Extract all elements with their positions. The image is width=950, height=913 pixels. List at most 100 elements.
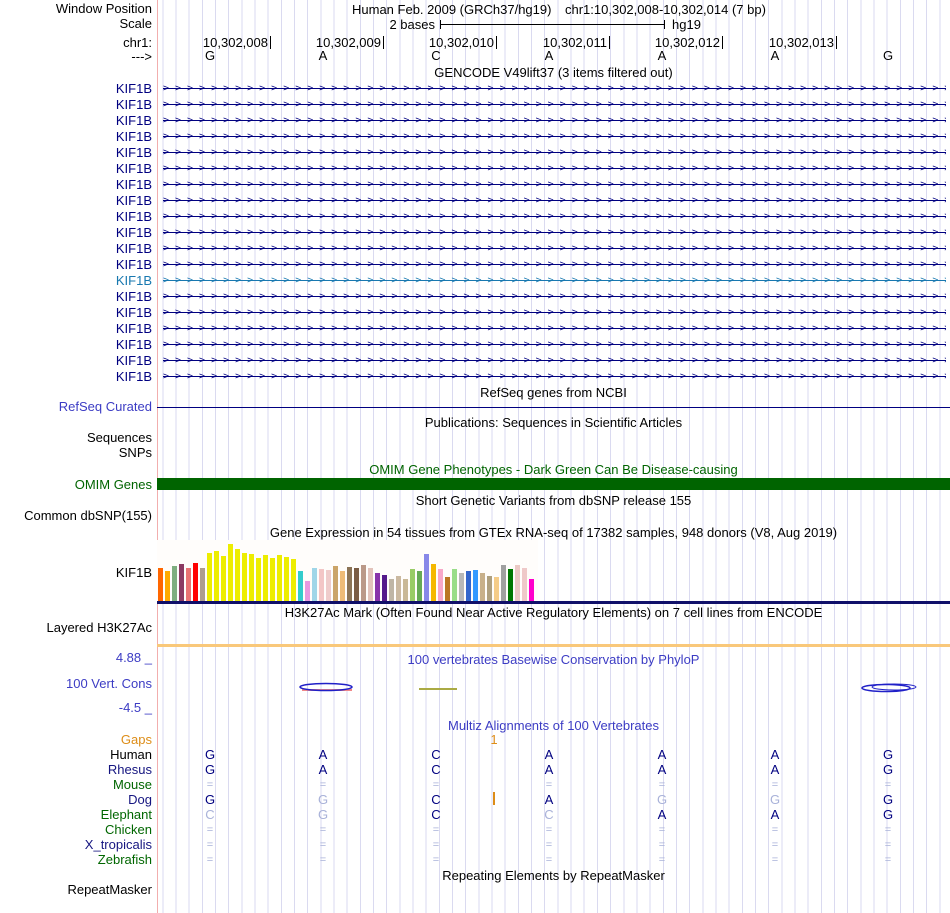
gencode-gene-label[interactable]: KIF1B — [0, 242, 152, 256]
gtex-tissue-bar — [389, 579, 394, 601]
gencode-transcript-row[interactable]: >>>>>>>>>>>>>>>>>>>>>>>>>>>>>>>>>>>>>>>>… — [163, 129, 946, 145]
alignment-base: C — [431, 807, 441, 822]
gencode-transcript-row[interactable]: >>>>>>>>>>>>>>>>>>>>>>>>>>>>>>>>>>>>>>>>… — [163, 81, 946, 97]
gencode-gene-label[interactable]: KIF1B — [0, 130, 152, 144]
refseq-curated-item[interactable] — [157, 407, 950, 408]
alignment-base: = — [884, 824, 892, 836]
alignment-base: = — [545, 839, 553, 851]
gaps-label[interactable]: Gaps — [0, 733, 152, 747]
alignment-base: = — [658, 854, 666, 866]
strand-arrows: >>>>>>>>>>>>>>>>>>>>>>>>>>>>>>>>>>>>>>>>… — [163, 355, 946, 366]
gencode-transcript-row[interactable]: >>>>>>>>>>>>>>>>>>>>>>>>>>>>>>>>>>>>>>>>… — [163, 97, 946, 113]
gencode-transcript-row[interactable]: >>>>>>>>>>>>>>>>>>>>>>>>>>>>>>>>>>>>>>>>… — [163, 273, 946, 289]
gencode-gene-label[interactable]: KIF1B — [0, 290, 152, 304]
gencode-transcript-row[interactable]: >>>>>>>>>>>>>>>>>>>>>>>>>>>>>>>>>>>>>>>>… — [163, 177, 946, 193]
gencode-transcript-row[interactable]: >>>>>>>>>>>>>>>>>>>>>>>>>>>>>>>>>>>>>>>>… — [163, 193, 946, 209]
species-label[interactable]: Chicken — [0, 823, 152, 837]
gtex-gene-label[interactable]: KIF1B — [0, 566, 152, 580]
gencode-gene-label[interactable]: KIF1B — [0, 306, 152, 320]
gencode-gene-label[interactable]: KIF1B — [0, 354, 152, 368]
gencode-gene-label[interactable]: KIF1B — [0, 274, 152, 288]
coordinate-tick — [836, 36, 837, 49]
coordinate-tick — [609, 36, 610, 49]
gencode-gene-label[interactable]: KIF1B — [0, 194, 152, 208]
gencode-transcript-row[interactable]: >>>>>>>>>>>>>>>>>>>>>>>>>>>>>>>>>>>>>>>>… — [163, 305, 946, 321]
gencode-transcript-row[interactable]: >>>>>>>>>>>>>>>>>>>>>>>>>>>>>>>>>>>>>>>>… — [163, 257, 946, 273]
species-label[interactable]: Dog — [0, 793, 152, 807]
gencode-transcript-row[interactable]: >>>>>>>>>>>>>>>>>>>>>>>>>>>>>>>>>>>>>>>>… — [163, 353, 946, 369]
gencode-transcript-row[interactable]: >>>>>>>>>>>>>>>>>>>>>>>>>>>>>>>>>>>>>>>>… — [163, 321, 946, 337]
gencode-transcript-row[interactable]: >>>>>>>>>>>>>>>>>>>>>>>>>>>>>>>>>>>>>>>>… — [163, 241, 946, 257]
gtex-tissue-bar — [445, 577, 450, 601]
gtex-track-title[interactable]: Gene Expression in 54 tissues from GTEx … — [157, 526, 950, 540]
sequences-label[interactable]: Sequences — [0, 431, 152, 445]
gencode-transcript-row[interactable]: >>>>>>>>>>>>>>>>>>>>>>>>>>>>>>>>>>>>>>>>… — [163, 289, 946, 305]
gencode-transcript-row[interactable]: >>>>>>>>>>>>>>>>>>>>>>>>>>>>>>>>>>>>>>>>… — [163, 113, 946, 129]
omim-gene-bar[interactable] — [157, 478, 950, 490]
alignment-base: A — [657, 807, 667, 822]
coordinate-label: 10,302,008 — [202, 35, 268, 50]
gtex-tissue-bar — [270, 558, 275, 601]
gencode-transcript-row[interactable]: >>>>>>>>>>>>>>>>>>>>>>>>>>>>>>>>>>>>>>>>… — [163, 337, 946, 353]
phylop-track-title[interactable]: 100 vertebrates Basewise Conservation by… — [157, 653, 950, 667]
species-label[interactable]: Mouse — [0, 778, 152, 792]
scale-bar-right-tick — [664, 20, 665, 29]
species-label[interactable]: Elephant — [0, 808, 152, 822]
gencode-gene-label[interactable]: KIF1B — [0, 178, 152, 192]
gencode-transcript-row[interactable]: >>>>>>>>>>>>>>>>>>>>>>>>>>>>>>>>>>>>>>>>… — [163, 225, 946, 241]
refseq-curated-label[interactable]: RefSeq Curated — [0, 400, 152, 414]
alignment-base: G — [204, 792, 216, 807]
gencode-gene-label[interactable]: KIF1B — [0, 98, 152, 112]
gencode-gene-label[interactable]: KIF1B — [0, 162, 152, 176]
multiz-track-title[interactable]: Multiz Alignments of 100 Vertebrates — [157, 719, 950, 733]
gtex-expression-chart[interactable] — [157, 540, 538, 601]
gencode-transcript-row[interactable]: >>>>>>>>>>>>>>>>>>>>>>>>>>>>>>>>>>>>>>>>… — [163, 145, 946, 161]
alignment-base: = — [432, 779, 440, 791]
gencode-transcript-row[interactable]: >>>>>>>>>>>>>>>>>>>>>>>>>>>>>>>>>>>>>>>>… — [163, 209, 946, 225]
coordinate-tick — [383, 36, 384, 49]
gencode-gene-label[interactable]: KIF1B — [0, 210, 152, 224]
alignment-base: G — [204, 762, 216, 777]
species-label[interactable]: X_tropicalis — [0, 838, 152, 852]
omim-track-title[interactable]: OMIM Gene Phenotypes - Dark Green Can Be… — [157, 463, 950, 477]
gencode-track-title[interactable]: GENCODE V49lift37 (3 items filtered out) — [157, 66, 950, 80]
alignment-base: = — [771, 839, 779, 851]
snps-label[interactable]: SNPs — [0, 446, 152, 460]
alignment-base: = — [658, 824, 666, 836]
species-label[interactable]: Rhesus — [0, 763, 152, 777]
h3k27ac-track-title[interactable]: H3K27Ac Mark (Often Found Near Active Re… — [157, 606, 950, 620]
gtex-tissue-bar — [249, 554, 254, 601]
reference-base: A — [544, 48, 554, 63]
gtex-tissue-bar — [214, 551, 219, 601]
publications-track-title[interactable]: Publications: Sequences in Scientific Ar… — [157, 416, 950, 430]
repeatmasker-label[interactable]: RepeatMasker — [0, 883, 152, 897]
gencode-gene-label[interactable]: KIF1B — [0, 146, 152, 160]
refseq-track-title[interactable]: RefSeq genes from NCBI — [157, 386, 950, 400]
gencode-gene-label[interactable]: KIF1B — [0, 322, 152, 336]
gencode-gene-label[interactable]: KIF1B — [0, 82, 152, 96]
gtex-tissue-bar — [410, 569, 415, 601]
gencode-transcript-row[interactable]: >>>>>>>>>>>>>>>>>>>>>>>>>>>>>>>>>>>>>>>>… — [163, 369, 946, 385]
dbsnp-track-title[interactable]: Short Genetic Variants from dbSNP releas… — [157, 494, 950, 508]
strand-arrows: >>>>>>>>>>>>>>>>>>>>>>>>>>>>>>>>>>>>>>>>… — [163, 147, 946, 158]
scale-bar-left-tick — [440, 20, 441, 29]
strand-arrows: >>>>>>>>>>>>>>>>>>>>>>>>>>>>>>>>>>>>>>>>… — [163, 83, 946, 94]
strand-arrows: >>>>>>>>>>>>>>>>>>>>>>>>>>>>>>>>>>>>>>>>… — [163, 275, 946, 286]
gencode-gene-label[interactable]: KIF1B — [0, 370, 152, 384]
gencode-gene-label[interactable]: KIF1B — [0, 338, 152, 352]
layered-h3k27ac-label[interactable]: Layered H3K27Ac — [0, 621, 152, 635]
gencode-gene-label[interactable]: KIF1B — [0, 114, 152, 128]
species-label[interactable]: Zebrafish — [0, 853, 152, 867]
gencode-gene-label[interactable]: KIF1B — [0, 226, 152, 240]
omim-genes-label[interactable]: OMIM Genes — [0, 478, 152, 492]
repeatmasker-track-title[interactable]: Repeating Elements by RepeatMasker — [157, 869, 950, 883]
gtex-tissue-bar — [529, 579, 534, 601]
alignment-base: C — [431, 747, 441, 762]
gtex-tissue-bar — [431, 564, 436, 601]
phylop-track-label[interactable]: 100 Vert. Cons — [0, 677, 152, 691]
gencode-transcript-row[interactable]: >>>>>>>>>>>>>>>>>>>>>>>>>>>>>>>>>>>>>>>>… — [163, 161, 946, 177]
common-dbsnp-label[interactable]: Common dbSNP(155) — [0, 509, 152, 523]
species-label[interactable]: Human — [0, 748, 152, 762]
gencode-gene-label[interactable]: KIF1B — [0, 258, 152, 272]
gtex-tissue-bar — [284, 557, 289, 601]
